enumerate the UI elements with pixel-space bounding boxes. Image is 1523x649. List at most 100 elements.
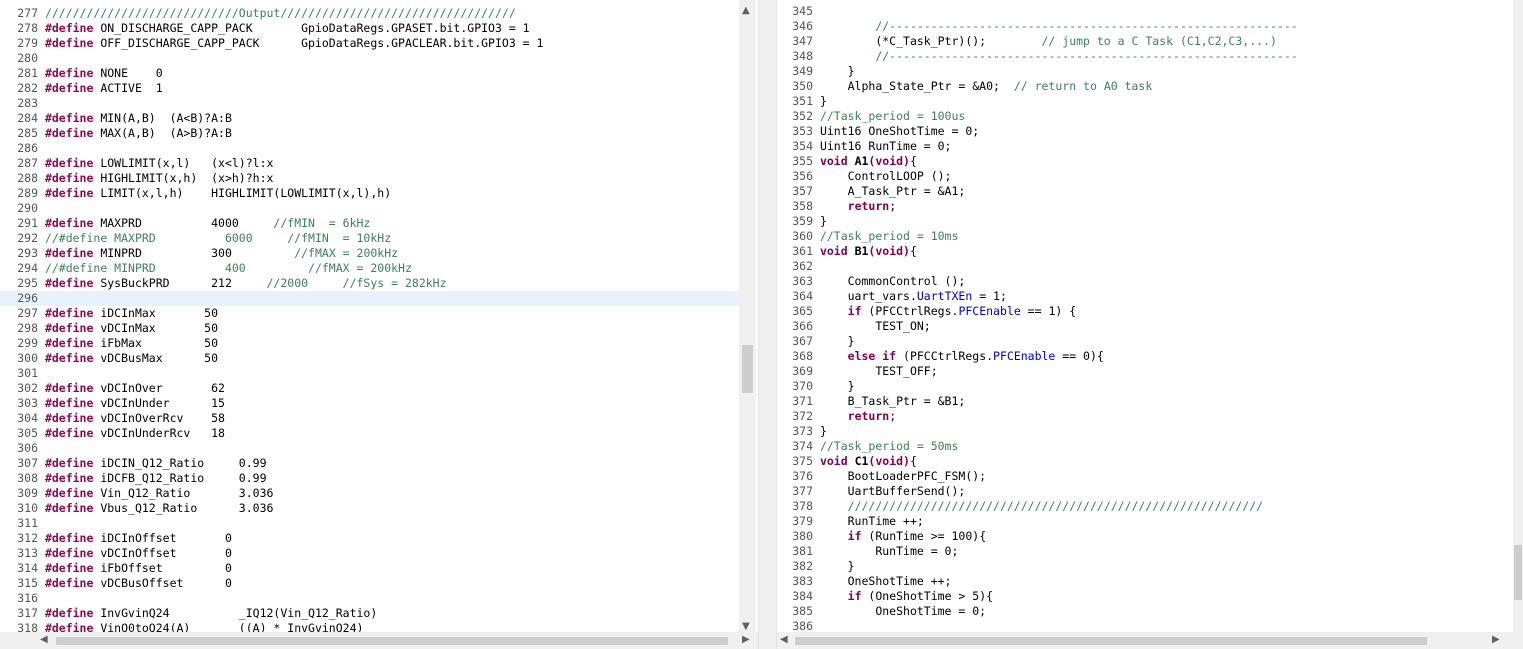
code-line[interactable]: 297 #define iDCInMax 50: [0, 306, 739, 321]
code-line[interactable]: 300 #define vDCBusMax 50: [0, 351, 739, 366]
code-line[interactable]: 283: [0, 96, 739, 111]
editor-pane-right[interactable]: 345 346 //------------------------------…: [777, 0, 1523, 649]
code-line[interactable]: 299 #define iFbMax 50: [0, 336, 739, 351]
code-line[interactable]: 285 #define MAX(A,B) (A>B)?A:B: [0, 126, 739, 141]
code-line[interactable]: 376 BootLoaderPFC_FSM();: [777, 469, 1513, 484]
code-line[interactable]: 367 }: [777, 334, 1513, 349]
code-line[interactable]: 289 #define LIMIT(x,l,h) HIGHLIMIT(LOWLI…: [0, 186, 739, 201]
code-line[interactable]: 301: [0, 366, 739, 381]
code-line[interactable]: 347 (*C_Task_Ptr)(); // jump to a C Task…: [777, 34, 1513, 49]
vertical-scroll-thumb-right[interactable]: [1514, 545, 1522, 600]
code-line[interactable]: 280: [0, 51, 739, 66]
code-line[interactable]: 361 void B1(void){: [777, 244, 1513, 259]
code-line[interactable]: 310 #define Vbus_Q12_Ratio 3.036: [0, 501, 739, 516]
code-line[interactable]: 288 #define HIGHLIMIT(x,h) (x>h)?h:x: [0, 171, 739, 186]
code-line[interactable]: 282 #define ACTIVE 1: [0, 81, 739, 96]
scroll-left-icon[interactable]: ◀: [780, 635, 788, 645]
code-line[interactable]: 371 B_Task_Ptr = &B1;: [777, 394, 1513, 409]
code-line[interactable]: 354 Uint16 RunTime = 0;: [777, 139, 1513, 154]
editor-pane-left[interactable]: 277 ////////////////////////////Output//…: [0, 0, 758, 649]
code-line[interactable]: 372 return;: [777, 409, 1513, 424]
horizontal-scrollbar-right[interactable]: ◀ ▶: [777, 632, 1523, 649]
code-line[interactable]: 355 void A1(void){: [777, 154, 1513, 169]
code-line[interactable]: 383 OneShotTime ++;: [777, 574, 1513, 589]
code-line[interactable]: 284 #define MIN(A,B) (A<B)?A:B: [0, 111, 739, 126]
horizontal-scroll-thumb-left[interactable]: [56, 637, 728, 645]
code-line[interactable]: 349 }: [777, 64, 1513, 79]
code-line[interactable]: 313 #define vDCInOffset 0: [0, 546, 739, 561]
code-line[interactable]: 385 OneShotTime = 0;: [777, 604, 1513, 619]
code-line[interactable]: 362: [777, 259, 1513, 274]
code-line[interactable]: 384 if (OneShotTime > 5){: [777, 589, 1513, 604]
code-line[interactable]: 286: [0, 141, 739, 156]
code-line[interactable]: 317 #define InvGvinQ24 _IQ12(Vin_Q12_Rat…: [0, 606, 739, 621]
code-line[interactable]: 359 }: [777, 214, 1513, 229]
code-line[interactable]: 350 Alpha_State_Ptr = &A0; // return to …: [777, 79, 1513, 94]
code-line[interactable]: 305 #define vDCInUnderRcv 18: [0, 426, 739, 441]
code-line[interactable]: 316: [0, 591, 739, 606]
code-line[interactable]: 314 #define iFbOffset 0: [0, 561, 739, 576]
code-line[interactable]: 351 }: [777, 94, 1513, 109]
code-line[interactable]: 370 }: [777, 379, 1513, 394]
code-area-right[interactable]: 345 346 //------------------------------…: [777, 4, 1513, 634]
code-line[interactable]: 307 #define iDCIN_Q12_Ratio 0.99: [0, 456, 739, 471]
code-line[interactable]: 363 CommonControl ();: [777, 274, 1513, 289]
vertical-scrollbar-left[interactable]: ▲ ▼: [739, 0, 756, 632]
code-line[interactable]: 379 RunTime ++;: [777, 514, 1513, 529]
code-line[interactable]: 366 TEST_ON;: [777, 319, 1513, 334]
code-line[interactable]: 306: [0, 441, 739, 456]
code-line[interactable]: 281 #define NONE 0: [0, 66, 739, 81]
code-line[interactable]: 378 ////////////////////////////////////…: [777, 499, 1513, 514]
code-line[interactable]: 290: [0, 201, 739, 216]
split-divider[interactable]: [758, 0, 777, 649]
code-line[interactable]: 311: [0, 516, 739, 531]
code-line[interactable]: 377 UartBufferSend();: [777, 484, 1513, 499]
code-line[interactable]: 292 //#define MAXPRD 6000 //fMIN = 10kHz: [0, 231, 739, 246]
code-line[interactable]: 278 #define ON_DISCHARGE_CAPP_PACK GpioD…: [0, 21, 739, 36]
code-line[interactable]: 308 #define iDCFB_Q12_Ratio 0.99: [0, 471, 739, 486]
code-line[interactable]: 373 }: [777, 424, 1513, 439]
code-line[interactable]: 382 }: [777, 559, 1513, 574]
code-line[interactable]: 358 return;: [777, 199, 1513, 214]
code-line[interactable]: 291 #define MAXPRD 4000 //fMIN = 6kHz: [0, 216, 739, 231]
code-line[interactable]: 356 ControlLOOP ();: [777, 169, 1513, 184]
code-line[interactable]: 348 //----------------------------------…: [777, 49, 1513, 64]
code-line[interactable]: 302 #define vDCInOver 62: [0, 381, 739, 396]
code-line[interactable]: 309 #define Vin_Q12_Ratio 3.036: [0, 486, 739, 501]
scroll-right-icon[interactable]: ▶: [1492, 635, 1500, 645]
code-line[interactable]: 295 #define SysBuckPRD 212 //2000 //fSys…: [0, 276, 739, 291]
horizontal-scrollbar-left[interactable]: ◀ ▶: [0, 632, 758, 649]
scroll-right-icon[interactable]: ▶: [742, 635, 750, 645]
code-line[interactable]: 293 #define MINPRD 300 //fMAX = 200kHz: [0, 246, 739, 261]
code-line[interactable]: 365 if (PFCCtrlRegs.PFCEnable == 1) {: [777, 304, 1513, 319]
code-line[interactable]: 298 #define vDCInMax 50: [0, 321, 739, 336]
code-line[interactable]: 303 #define vDCInUnder 15: [0, 396, 739, 411]
horizontal-scroll-thumb-right[interactable]: [795, 637, 1427, 645]
code-line[interactable]: 294 //#define MINPRD 400 //fMAX = 200kHz: [0, 261, 739, 276]
vertical-scroll-thumb-left[interactable]: [742, 345, 753, 393]
code-line[interactable]: 352 //Task_period = 100us: [777, 109, 1513, 124]
code-line[interactable]: 381 RunTime = 0;: [777, 544, 1513, 559]
code-line[interactable]: 368 else if (PFCCtrlRegs.PFCEnable == 0)…: [777, 349, 1513, 364]
code-line[interactable]: 374 //Task_period = 50ms: [777, 439, 1513, 454]
code-line[interactable]: 279 #define OFF_DISCHARGE_CAPP_PACK Gpio…: [0, 36, 739, 51]
code-line[interactable]: 357 A_Task_Ptr = &A1;: [777, 184, 1513, 199]
code-line[interactable]: 277 ////////////////////////////Output//…: [0, 6, 739, 21]
code-line[interactable]: 345: [777, 4, 1513, 19]
code-line[interactable]: 296: [0, 291, 739, 306]
code-line[interactable]: 353 Uint16 OneShotTime = 0;: [777, 124, 1513, 139]
code-line[interactable]: 346 //----------------------------------…: [777, 19, 1513, 34]
code-line[interactable]: 304 #define vDCInOverRcv 58: [0, 411, 739, 426]
scroll-down-icon[interactable]: ▼: [742, 622, 750, 632]
code-line[interactable]: 380 if (RunTime >= 100){: [777, 529, 1513, 544]
code-line[interactable]: 364 uart_vars.UartTXEn = 1;: [777, 289, 1513, 304]
code-line[interactable]: 315 #define vDCBusOffset 0: [0, 576, 739, 591]
scroll-up-icon[interactable]: ▲: [742, 6, 750, 16]
code-line[interactable]: 369 TEST_OFF;: [777, 364, 1513, 379]
vertical-scrollbar-right[interactable]: [1513, 0, 1523, 632]
code-line[interactable]: 375 void C1(void){: [777, 454, 1513, 469]
code-line[interactable]: 360 //Task_period = 10ms: [777, 229, 1513, 244]
code-line[interactable]: 287 #define LOWLIMIT(x,l) (x<l)?l:x: [0, 156, 739, 171]
code-area-left[interactable]: 277 ////////////////////////////Output//…: [0, 6, 739, 636]
scroll-left-icon[interactable]: ◀: [40, 635, 48, 645]
